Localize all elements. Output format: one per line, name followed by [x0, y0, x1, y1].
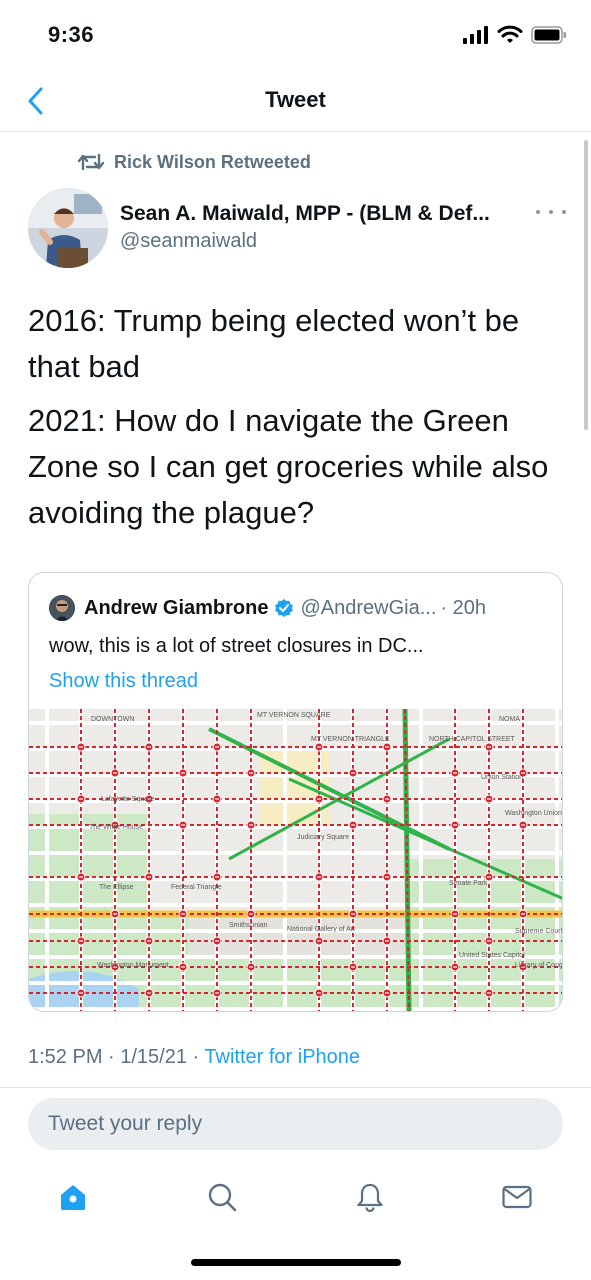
retweet-label: Rick Wilson Retweeted — [114, 151, 311, 172]
tab-search[interactable] — [205, 1180, 239, 1214]
svg-text:MT VERNON TRIANGLE: MT VERNON TRIANGLE — [311, 736, 390, 743]
quoted-tweet[interactable]: Andrew Giambrone @AndrewGia... · 20h wow… — [28, 572, 563, 1012]
svg-text:Washington Monument: Washington Monument — [97, 962, 169, 969]
home-indicator — [191, 1259, 401, 1266]
tweet-body: 2016: Trump being elected won’t be that … — [28, 298, 568, 544]
author-name[interactable]: Sean A. Maiwald, MPP - (BLM & Def... — [120, 202, 530, 226]
quoted-tweet-text: wow, this is a lot of street closures in… — [49, 635, 424, 657]
reply-input[interactable]: Tweet your reply — [28, 1098, 563, 1150]
divider — [0, 1087, 591, 1088]
tweet-timestamp: 1:52 PM · 1/15/21 · — [28, 1046, 205, 1068]
tweet-paragraph: 2016: Trump being elected won’t be that … — [28, 303, 520, 384]
dot-icon — [536, 210, 540, 214]
tab-bar — [0, 1162, 591, 1232]
status-bar: 9:36 — [0, 0, 591, 70]
retweet-icon — [78, 153, 104, 171]
wifi-icon — [497, 25, 523, 43]
cellular-signal-icon — [463, 26, 488, 44]
more-options-button[interactable] — [536, 204, 566, 220]
notifications-icon — [357, 1183, 383, 1212]
page-title: Tweet — [265, 87, 326, 112]
battery-icon — [531, 26, 566, 44]
quoted-author-handle: @AndrewGia... — [300, 596, 437, 619]
svg-text:Lafayette Square: Lafayette Square — [101, 796, 154, 803]
svg-text:Senate Park: Senate Park — [449, 880, 488, 887]
svg-text:The Ellipse: The Ellipse — [99, 884, 134, 891]
tweet-paragraph: 2021: How do I navigate the Green Zone s… — [28, 403, 549, 530]
tab-home[interactable] — [56, 1180, 90, 1214]
svg-text:Judiciary Square: Judiciary Square — [297, 834, 349, 841]
svg-text:Smithsonian: Smithsonian — [229, 922, 268, 929]
street-closures-map[interactable]: DOWNTOWN MT VERNON SQUARE MT VERNON TRIANG… — [29, 709, 563, 1011]
svg-text:The White House: The White House — [89, 824, 143, 831]
tweet-author: Sean A. Maiwald, MPP - (BLM & Def... @se… — [28, 186, 568, 268]
nav-bar: Tweet — [0, 70, 591, 132]
svg-text:National Gallery of Art: National Gallery of Art — [287, 926, 355, 933]
svg-text:Federal Triangle: Federal Triangle — [171, 884, 222, 891]
map-image: DOWNTOWN MT VERNON SQUARE MT VERNON TRIANG… — [29, 709, 563, 1011]
avatar[interactable] — [28, 188, 108, 268]
quoted-avatar-photo — [49, 595, 75, 621]
quoted-avatar — [49, 595, 75, 621]
status-time: 9:36 — [48, 22, 95, 47]
svg-text:Supreme Court: Supreme Court — [515, 928, 563, 935]
home-icon — [61, 1185, 85, 1210]
svg-text:NOMA: NOMA — [499, 716, 520, 723]
tab-messages[interactable] — [500, 1180, 534, 1214]
svg-text:NORTH CAPITOL STREET: NORTH CAPITOL STREET — [429, 736, 516, 743]
svg-text:DOWNTOWN: DOWNTOWN — [91, 716, 134, 723]
status-icons — [463, 24, 567, 46]
dot-icon — [562, 210, 566, 214]
author-handle[interactable]: @seanmaiwald — [120, 230, 257, 253]
show-thread-link[interactable]: Show this thread — [49, 670, 198, 693]
tweet-source-link[interactable]: Twitter for iPhone — [204, 1046, 360, 1068]
messages-icon — [502, 1185, 532, 1209]
avatar-photo — [28, 188, 108, 268]
svg-text:MT VERNON SQUARE: MT VERNON SQUARE — [257, 712, 331, 719]
quoted-tweet-header: Andrew Giambrone @AndrewGia... · 20h — [49, 595, 486, 621]
verified-icon — [275, 599, 294, 617]
retweet-context[interactable]: Rick Wilson Retweeted — [78, 150, 311, 174]
svg-text:Union Station: Union Station — [481, 774, 523, 781]
scroll-indicator — [584, 140, 588, 430]
search-icon — [208, 1183, 237, 1212]
tab-notifications[interactable] — [353, 1180, 387, 1214]
quoted-timestamp: · 20h — [440, 596, 486, 619]
svg-text:United States Capitol: United States Capitol — [459, 952, 525, 959]
svg-text:Washington Union Station: Washington Union Station — [505, 810, 563, 817]
dot-icon — [549, 210, 553, 214]
verified-badge — [274, 598, 294, 618]
tweet-meta: 1:52 PM · 1/15/21 · Twitter for iPhone — [28, 1046, 360, 1069]
quoted-author-name: Andrew Giambrone — [84, 596, 269, 619]
svg-text:Library of Congress: Library of Congress — [515, 962, 563, 969]
